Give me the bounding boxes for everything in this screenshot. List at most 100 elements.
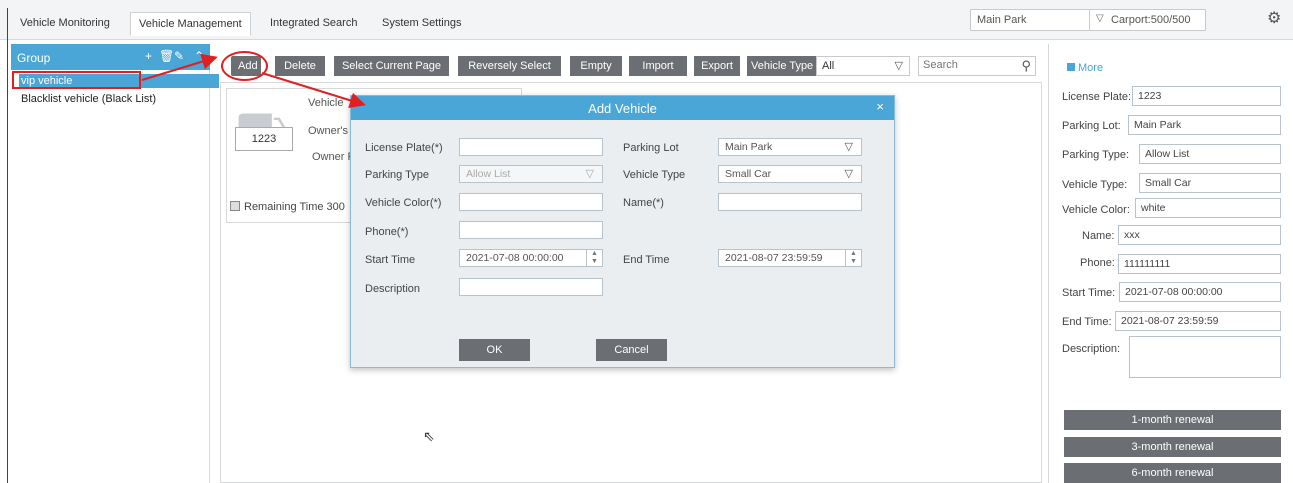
add-vehicle-dialog: Add Vehicle × License Plate(*) Parking L… — [350, 95, 895, 368]
chevron-down-icon: ▽ — [894, 60, 903, 72]
tab-vehicle-management[interactable]: Vehicle Management — [130, 12, 251, 36]
detail-phone[interactable]: 111111111 — [1118, 254, 1281, 274]
phone-input[interactable] — [459, 221, 603, 239]
cancel-button[interactable]: Cancel — [596, 339, 667, 361]
detail-label-start-time: Start Time: — [1062, 287, 1116, 299]
detail-vehicle-type[interactable]: Small Car — [1139, 173, 1281, 193]
delete-group-icon[interactable]: 🗑 — [159, 49, 174, 63]
name-label: Name(*) — [623, 197, 664, 209]
mouse-cursor-icon: ⇖ — [423, 428, 435, 444]
start-time-value: 2021-07-08 00:00:00 — [466, 252, 564, 264]
chevron-up-icon[interactable]: ⌃ — [194, 49, 204, 63]
top-bar: Vehicle Monitoring Vehicle Management In… — [0, 0, 1293, 40]
name-input[interactable] — [718, 193, 862, 211]
detail-name[interactable]: xxx — [1118, 225, 1281, 245]
group-item-blacklist[interactable]: Blacklist vehicle (Black List) — [21, 93, 156, 105]
detail-start-time[interactable]: 2021-07-08 00:00:00 — [1119, 282, 1281, 302]
card-label-owner: Owner's — [308, 125, 348, 137]
window-edge — [7, 8, 8, 483]
vehicle-color-input[interactable] — [459, 193, 603, 211]
tab-vehicle-monitoring[interactable]: Vehicle Monitoring — [12, 12, 118, 34]
group-panel: Group + 🗑 ✎ ⌃ vip vehicle Blacklist vehi… — [9, 44, 219, 483]
carport-count: Carport:500/500 — [1111, 14, 1191, 26]
detail-parking-lot[interactable]: Main Park — [1128, 115, 1281, 135]
end-time-value: 2021-08-07 23:59:59 — [725, 252, 823, 264]
parking-lot-select[interactable]: Main Park ▽ — [718, 138, 862, 156]
phone-label: Phone(*) — [365, 226, 409, 238]
export-button[interactable]: Export — [694, 56, 740, 76]
renew-3-month-button[interactable]: 3-month renewal — [1064, 437, 1281, 457]
group-header: Group + 🗑 ✎ ⌃ — [11, 44, 210, 70]
start-time-label: Start Time — [365, 254, 416, 266]
detail-label-end-time: End Time: — [1062, 316, 1112, 328]
reversely-select-button[interactable]: Reversely Select — [458, 56, 561, 76]
edit-group-icon[interactable]: ✎ — [174, 49, 184, 63]
vehicle-type-label: Vehicle Type — [747, 56, 818, 76]
spin-icon[interactable]: ▲ ▼ — [586, 250, 602, 266]
park-divider — [1089, 10, 1090, 30]
parking-lot-label: Parking Lot — [623, 142, 679, 154]
detail-parking-type[interactable]: Allow List — [1139, 144, 1281, 164]
license-plate-label: License Plate(*) — [365, 142, 443, 154]
checkbox-icon — [1067, 63, 1075, 71]
park-select-value: Main Park — [977, 14, 1027, 26]
license-plate-input[interactable] — [459, 138, 603, 156]
card-plate: 1223 — [235, 127, 293, 151]
vehicle-type-value: All — [822, 60, 835, 72]
detail-label-description: Description: — [1062, 343, 1121, 355]
search-box[interactable]: ⚲ — [918, 56, 1036, 76]
parking-type-label: Parking Type — [365, 169, 430, 181]
detail-license-plate[interactable]: 1223 — [1132, 86, 1281, 106]
park-select[interactable]: Main Park ▽ Carport:500/500 — [970, 9, 1206, 31]
close-icon[interactable]: × — [876, 99, 884, 114]
ok-button[interactable]: OK — [459, 339, 530, 361]
spin-icon[interactable]: ▲ ▼ — [845, 250, 861, 266]
chevron-down-icon: ▽ — [844, 141, 853, 153]
card-checkbox[interactable] — [230, 201, 240, 211]
group-title: Group — [17, 51, 51, 65]
delete-button[interactable]: Delete — [275, 56, 325, 76]
card-label-vehicle: Vehicle — [308, 97, 344, 109]
vehicle-type-select[interactable]: All ▽ — [816, 56, 910, 76]
select-current-page-button[interactable]: Select Current Page — [334, 56, 449, 76]
detail-label-parking-type: Parking Type: — [1062, 149, 1130, 161]
chevron-down-icon: ▽ — [844, 168, 853, 180]
detail-label-name: Name: — [1082, 230, 1115, 242]
detail-label-vehicle-color: Vehicle Color: — [1062, 204, 1130, 216]
card-remaining[interactable]: Remaining Time 300 — [230, 201, 345, 213]
end-time-input[interactable]: 2021-08-07 23:59:59 ▲ ▼ — [718, 249, 862, 267]
card-label-owner-phone: Owner P — [312, 151, 355, 163]
description-input[interactable] — [459, 278, 603, 296]
detail-end-time[interactable]: 2021-08-07 23:59:59 — [1115, 311, 1281, 331]
detail-label-vehicle-type: Vehicle Type: — [1062, 179, 1128, 191]
search-input[interactable] — [923, 59, 1013, 71]
dialog-header: Add Vehicle × — [351, 96, 894, 120]
vehicle-type-field-value: Small Car — [725, 168, 772, 180]
renew-6-month-button[interactable]: 6-month renewal — [1064, 463, 1281, 483]
vehicle-color-label: Vehicle Color(*) — [365, 197, 442, 209]
import-button[interactable]: Import — [629, 56, 687, 76]
vehicle-type-field-select[interactable]: Small Car ▽ — [718, 165, 862, 183]
annotation-highlight-box — [12, 71, 141, 89]
parking-type-value: Allow List — [466, 168, 511, 180]
vehicle-type-field-label: Vehicle Type — [623, 169, 686, 181]
tab-system-settings[interactable]: System Settings — [374, 12, 469, 34]
add-group-icon[interactable]: + — [145, 49, 152, 63]
tab-integrated-search[interactable]: Integrated Search — [262, 12, 365, 34]
more-toggle[interactable]: More — [1067, 62, 1103, 74]
parking-type-select: Allow List ▽ — [459, 165, 603, 183]
search-icon[interactable]: ⚲ — [1021, 58, 1031, 74]
dialog-title: Add Vehicle — [588, 101, 657, 116]
detail-description[interactable] — [1129, 336, 1281, 378]
start-time-input[interactable]: 2021-07-08 00:00:00 ▲ ▼ — [459, 249, 603, 267]
chevron-down-icon: ▽ — [1096, 13, 1104, 24]
empty-button[interactable]: Empty — [570, 56, 622, 76]
gear-icon[interactable]: ⚙ — [1267, 8, 1281, 28]
more-label: More — [1078, 62, 1104, 74]
detail-vehicle-color[interactable]: white — [1135, 198, 1281, 218]
renew-1-month-button[interactable]: 1-month renewal — [1064, 410, 1281, 430]
detail-label-parking-lot: Parking Lot: — [1062, 120, 1121, 132]
description-label: Description — [365, 283, 421, 295]
parking-lot-value: Main Park — [725, 141, 773, 153]
detail-label-license-plate: License Plate: — [1062, 91, 1132, 103]
